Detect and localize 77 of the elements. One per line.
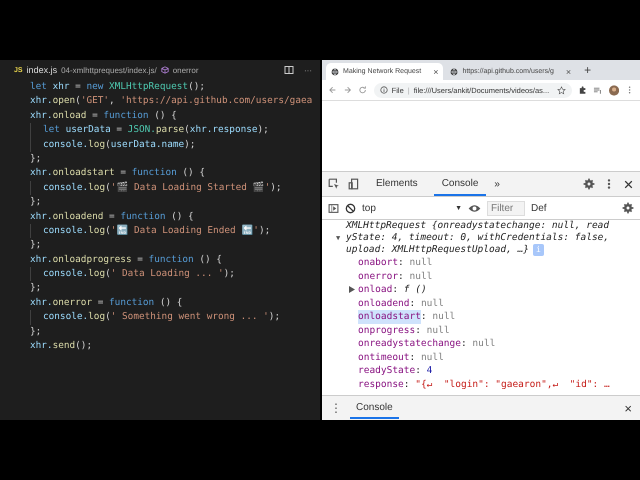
split-editor-icon[interactable] — [284, 65, 294, 75]
back-icon[interactable] — [328, 85, 338, 95]
code-line: xhr.onloadprogress = function () { — [30, 252, 222, 267]
devtools-tab[interactable]: Console — [434, 172, 486, 196]
sidebar-toggle-icon[interactable] — [328, 202, 339, 214]
property-name[interactable]: onabort — [358, 256, 398, 270]
object-summary: yState: 4, timeout: 0, withCredentials: false, — [346, 232, 610, 243]
property-value: : null — [460, 337, 496, 350]
drawer-menu-icon[interactable]: ⋮ — [330, 401, 342, 415]
close-drawer-button[interactable]: × — [624, 400, 632, 416]
more-tabs-button[interactable]: » — [494, 178, 500, 190]
property-name[interactable]: onerror — [358, 270, 398, 283]
clear-console-icon[interactable] — [345, 202, 356, 214]
code-line: xhr.onloadstart = function () { — [30, 166, 205, 180]
new-tab-button[interactable]: + — [578, 63, 598, 77]
log-levels-dropdown[interactable]: Def — [531, 202, 547, 214]
property-value: : null — [409, 296, 444, 310]
code-line: console.log(' Something went wrong ... '); — [43, 310, 280, 324]
property-value: : 4 — [415, 364, 432, 378]
cube-icon — [160, 66, 169, 74]
filter-field[interactable]: Filter — [487, 200, 525, 216]
code-line: }; — [30, 195, 42, 210]
property-name[interactable]: onreadystatechange — [358, 337, 461, 350]
object-summary: upload: XMLHttpRequestUpload, …} — [346, 244, 530, 255]
property-value: : null — [420, 310, 456, 324]
expand-arrow-icon[interactable] — [349, 286, 355, 293]
close-tab-button[interactable]: × — [433, 66, 438, 76]
code-line: console.log('🎬 Data Loading Started 🎬'); — [43, 180, 282, 195]
code-line: console.log(userData.name); — [43, 138, 196, 152]
code-line: xhr.onloadend = function () { — [30, 210, 194, 224]
code-line: xhr.onerror = function () { — [30, 296, 182, 310]
code-line: }; — [30, 238, 42, 252]
code-line: xhr.send(); — [30, 339, 92, 354]
breadcrumb-path[interactable]: 04-xmlhttprequest/index.js/ — [61, 66, 157, 74]
object-summary: XMLHttpRequest {onreadystatechange: null, read — [346, 220, 610, 231]
code-line: xhr.open('GET', 'https://api.github.com/users/gaea — [30, 94, 312, 108]
property-name[interactable]: onprogress — [358, 324, 416, 337]
property-name[interactable]: onloadend — [358, 296, 410, 310]
property-value: : null — [398, 270, 432, 283]
globe-icon — [331, 68, 339, 76]
breadcrumb-symbol[interactable]: onerror — [172, 66, 198, 74]
property-name[interactable]: response — [358, 378, 404, 391]
devtools-tab[interactable]: Elements — [368, 172, 426, 196]
globe-icon — [450, 68, 458, 76]
code-line: console.log('🔚 Data Loading Ended 🔚'); — [43, 224, 270, 238]
property-name[interactable]: onloadstart — [358, 310, 421, 324]
settings-icon[interactable] — [583, 178, 595, 190]
code-line: xhr.onload = function () { — [30, 108, 177, 123]
code-line: let userData = JSON.parse(xhr.response); — [43, 123, 269, 138]
drawer-tab[interactable]: Console — [350, 398, 399, 418]
close-tab-button[interactable]: × — [566, 66, 572, 76]
close-icon[interactable] — [623, 178, 634, 190]
info-icon — [380, 86, 388, 94]
property-value: : null — [409, 350, 444, 364]
property-value: : "{↵ "login": "gaearon",↵ "id": … — [404, 378, 610, 391]
puzzle-icon[interactable] — [578, 85, 588, 95]
property-value: : f () — [392, 283, 427, 296]
code-line: }; — [30, 281, 42, 296]
code-line: }; — [30, 324, 42, 339]
forward-icon[interactable] — [343, 85, 352, 95]
settings-icon[interactable] — [622, 202, 634, 214]
avatar-icon[interactable] — [608, 84, 619, 96]
inspect-icon[interactable] — [328, 178, 340, 190]
code-line: }; — [30, 152, 42, 166]
code-line: let xhr = new XMLHttpRequest(); — [30, 80, 205, 94]
property-name[interactable]: ontimeout — [358, 350, 410, 364]
reload-icon[interactable] — [358, 85, 368, 95]
code-line: console.log(' Data Loading ... '); — [43, 267, 235, 282]
more-actions-button[interactable]: ··· — [304, 66, 312, 74]
star-icon[interactable] — [557, 86, 566, 94]
property-name[interactable]: readyState — [358, 364, 416, 378]
device-toolbar-icon[interactable] — [348, 178, 360, 190]
breadcrumb-file[interactable]: index.js — [26, 65, 58, 75]
property-value: : null — [398, 256, 432, 270]
property-name[interactable]: onload — [358, 283, 392, 296]
property-value: : null — [415, 324, 450, 337]
list-icon[interactable] — [593, 85, 603, 95]
